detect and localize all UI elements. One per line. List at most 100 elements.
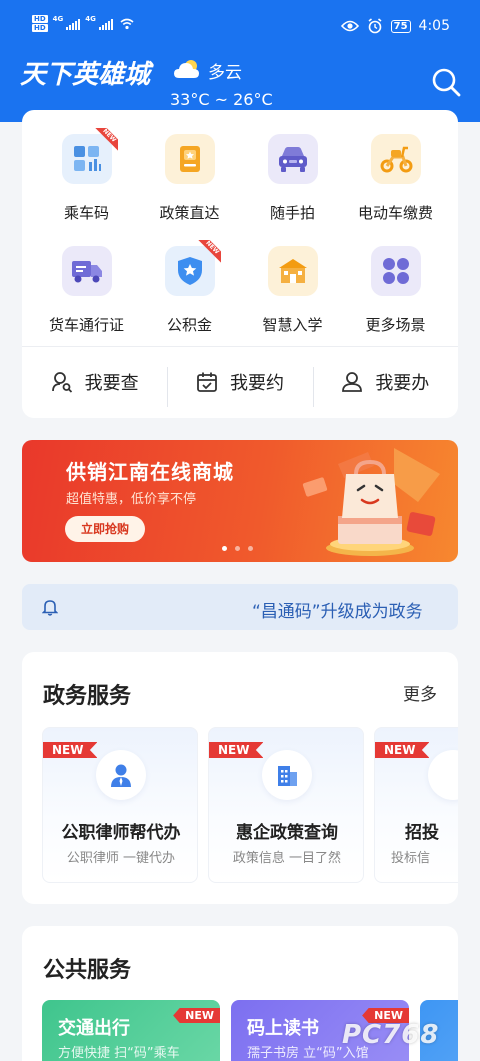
bell-icon xyxy=(42,600,58,616)
new-tag: NEW xyxy=(375,742,430,758)
tile-subtitle: 公职律师 一键代办 xyxy=(66,851,176,866)
weather-text: 多云 xyxy=(208,63,242,83)
tile-subtitle: 投标信 xyxy=(391,851,431,866)
new-tag: NEW xyxy=(173,1008,220,1023)
new-ribbon: NEW xyxy=(92,128,118,154)
hd-badge: HD xyxy=(32,15,48,23)
new-tag: NEW xyxy=(209,742,264,758)
tile-icon-circle xyxy=(262,750,312,800)
service-housing-fund[interactable]: NEW 公积金 xyxy=(138,240,241,352)
gov-tile-lawyer[interactable]: NEW 公职律师帮代办 公职律师 一键代办 xyxy=(42,727,198,883)
banner-buy-button[interactable]: 立即抢购 xyxy=(65,516,145,542)
brand-row: 天下英雄城 多云 33°C ~ 26°C xyxy=(0,48,480,118)
gov-tile-enterprise-policy[interactable]: NEW 惠企政策查询 政策信息 一目了然 xyxy=(208,727,364,883)
carousel-dot[interactable] xyxy=(222,546,227,551)
service-icon-bg xyxy=(164,134,215,184)
tile-icon-circle xyxy=(96,750,146,800)
service-truck-pass[interactable]: 货车通行证 xyxy=(35,246,138,352)
service-smart-school[interactable]: 智慧入学 xyxy=(241,246,344,352)
shopping-bag-illustration xyxy=(302,448,440,556)
gov-tiles-row: NEW 公职律师帮代办 公职律师 一键代办 NEW 惠企政策查询 政策信息 一目… xyxy=(42,727,458,885)
notice-text: “昌通码”升级成为政务 xyxy=(252,602,423,622)
app-header: HD HD 4G 4G 75 4:05 天下英雄城 多云 33°C ~ 26°C xyxy=(0,0,480,122)
wifi-icon xyxy=(120,18,134,29)
action-query[interactable]: 我要查 xyxy=(22,369,167,395)
clock: 4:05 xyxy=(418,18,450,34)
service-bus-code[interactable]: NEW 乘车码 xyxy=(35,128,138,240)
signal-icon xyxy=(98,18,113,30)
section-title: 政务服务 xyxy=(43,684,132,709)
tile-title: 惠企政策查询 xyxy=(236,823,338,843)
services-card: NEW 乘车码 政策直达 随手拍 电动车缴费 货车通行证 NEW 公积金 智慧入… xyxy=(22,110,458,418)
service-label: 货车通行证 xyxy=(48,316,124,334)
tile-subtitle: 政策信息 一目了然 xyxy=(232,851,342,866)
service-label: 乘车码 xyxy=(63,204,109,222)
building-icon xyxy=(278,766,297,786)
action-label: 我要查 xyxy=(84,373,139,394)
tile-title: 交通出行 xyxy=(58,1018,130,1039)
service-icon-bg xyxy=(370,246,421,296)
new-ribbon-label: NEW xyxy=(195,240,221,264)
service-label: 智慧入学 xyxy=(262,316,323,334)
battery-indicator: 75 xyxy=(390,19,411,33)
app-logo: 天下英雄城 xyxy=(20,60,151,90)
watermark: PC768 xyxy=(342,1020,440,1050)
tile-icon-circle xyxy=(428,750,458,800)
gov-services-card: 政务服务 更多 NEW 公职律师帮代办 公职律师 一键代办 NEW 惠企政策查询… xyxy=(22,652,458,904)
service-label: 更多场景 xyxy=(365,316,426,334)
status-bar: HD HD 4G 4G 75 4:05 xyxy=(0,0,480,44)
alarm-icon xyxy=(368,18,382,34)
services-grid: NEW 乘车码 政策直达 随手拍 电动车缴费 货车通行证 NEW 公积金 智慧入… xyxy=(22,128,458,352)
cloudy-icon xyxy=(174,60,199,78)
service-label: 政策直达 xyxy=(159,204,220,222)
temperature-range: 33°C ~ 26°C xyxy=(170,90,273,109)
grid-more-icon xyxy=(382,258,409,284)
action-label: 我要办 xyxy=(375,373,430,394)
school-icon xyxy=(278,259,307,283)
public-tile-transport[interactable]: 交通出行 方便快捷 扫“码”乘车 NEW xyxy=(42,1000,220,1061)
carousel-dots xyxy=(222,546,253,551)
section-title: 公共服务 xyxy=(43,958,132,983)
service-icon-bg xyxy=(61,246,112,296)
user-icon xyxy=(342,372,363,392)
policy-icon xyxy=(179,146,200,172)
service-icon-bg: NEW xyxy=(164,240,221,296)
tile-subtitle: 方便快捷 扫“码”乘车 xyxy=(58,1046,180,1061)
action-handle[interactable]: 我要办 xyxy=(312,367,458,407)
hd-badge: HD xyxy=(32,24,48,32)
truck-icon xyxy=(71,261,102,283)
new-ribbon-label: NEW xyxy=(92,128,118,152)
action-appointment[interactable]: 我要约 xyxy=(167,367,312,407)
service-label: 随手拍 xyxy=(269,204,315,222)
service-icon-bg xyxy=(370,134,421,184)
service-snapshot[interactable]: 随手拍 xyxy=(241,134,344,240)
tile-title: 公职律师帮代办 xyxy=(61,823,181,843)
carousel-dot[interactable] xyxy=(235,546,240,551)
car-camera-icon xyxy=(278,147,307,172)
network-type: 4G xyxy=(52,15,64,23)
notice-bar[interactable]: “昌通码”升级成为政务 xyxy=(22,584,458,630)
banner-title: 供销江南在线商城 xyxy=(66,460,234,484)
network-type: 4G xyxy=(85,15,96,23)
service-icon-bg xyxy=(267,246,318,296)
search-icon[interactable] xyxy=(430,66,462,98)
service-icon-bg xyxy=(267,134,318,184)
banner-subtitle: 超值特惠，低价享不停 xyxy=(66,492,197,507)
quick-actions: 我要查 我要约 我要办 xyxy=(22,347,458,417)
service-more[interactable]: 更多场景 xyxy=(344,246,447,352)
new-tag: NEW xyxy=(43,742,98,758)
more-link[interactable]: 更多 xyxy=(403,680,437,705)
tile-title: 招投 xyxy=(405,823,439,843)
promo-banner[interactable]: 供销江南在线商城 超值特惠，低价享不停 立即抢购 xyxy=(22,440,458,562)
service-icon-bg: NEW xyxy=(61,128,118,184)
action-label: 我要约 xyxy=(229,373,284,394)
service-label: 公积金 xyxy=(166,316,212,334)
lawyer-icon xyxy=(111,764,131,787)
new-ribbon: NEW xyxy=(195,240,221,266)
user-search-icon xyxy=(51,372,72,393)
service-scooter-fee[interactable]: 电动车缴费 xyxy=(344,134,447,240)
carousel-dot[interactable] xyxy=(248,546,253,551)
service-policy[interactable]: 政策直达 xyxy=(138,134,241,240)
eye-icon xyxy=(340,20,359,32)
gov-tile-bidding[interactable]: NEW 招投 投标信 xyxy=(374,727,458,883)
